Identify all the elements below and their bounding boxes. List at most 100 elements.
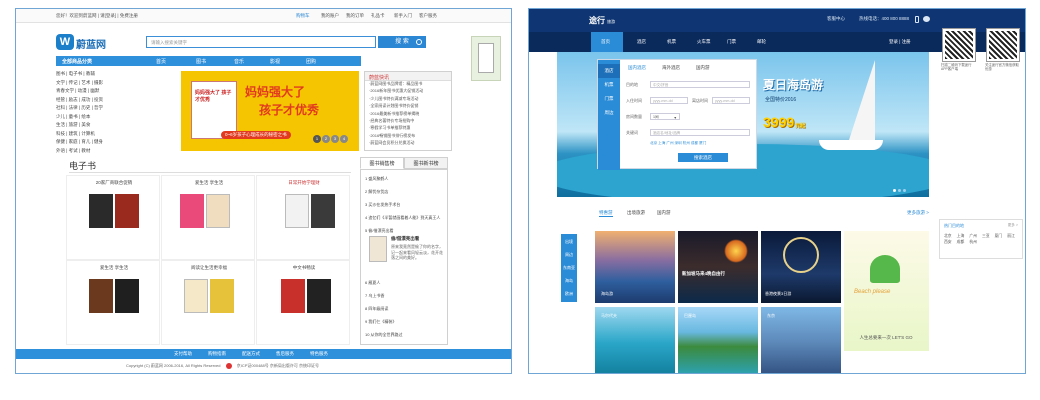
- nav-train[interactable]: 火车票: [697, 39, 711, 45]
- booking-tab-nearby[interactable]: 周边: [598, 106, 620, 120]
- orders-link[interactable]: 我的订单: [346, 13, 364, 19]
- banner-page-dot[interactable]: 3: [331, 135, 339, 143]
- search-hotel-button[interactable]: 搜索酒店: [678, 153, 728, 162]
- nav-cruise[interactable]: 邮轮: [757, 39, 766, 45]
- carousel-dot[interactable]: [903, 189, 906, 192]
- widget-more-link[interactable]: 更多 >: [1008, 223, 1018, 228]
- tour-photo-card[interactable]: Beach please: [844, 231, 929, 351]
- city-link[interactable]: 北京: [944, 234, 952, 238]
- city-link[interactable]: 成都: [957, 240, 965, 244]
- ebook-cell[interactable]: 中文书畅读: [256, 260, 350, 345]
- nav-music[interactable]: 音乐: [234, 58, 244, 65]
- popular-cities[interactable]: 北京 上海 广州 深圳 杭州 成都 厦门: [650, 141, 706, 146]
- news-item[interactable]: ·蔚蓝网会员积分兑换活动: [365, 140, 451, 147]
- nav-groupbuy[interactable]: 团购: [306, 58, 316, 65]
- nav-hotel[interactable]: 酒店: [637, 39, 646, 45]
- checkin-input[interactable]: yyyy-mm-dd: [650, 97, 688, 104]
- banner-page-dot[interactable]: 4: [340, 135, 348, 143]
- ebook-cell[interactable]: 爱生活 享生活: [161, 175, 255, 260]
- wechat-icon[interactable]: [923, 16, 930, 22]
- tour-photo-card[interactable]: 香港夜景3日游: [761, 231, 841, 303]
- tour-photo-card[interactable]: 新加坡马来4晚自由行: [678, 231, 758, 303]
- city-link[interactable]: 丽江: [1007, 234, 1015, 238]
- city-link[interactable]: 广州: [969, 234, 977, 238]
- site-logo[interactable]: W 蔚蓝网: [56, 33, 116, 53]
- welcome-text[interactable]: 您好！欢迎到蔚蓝网 | 请[登录] | 免费注册: [56, 13, 138, 19]
- footer-link[interactable]: 购物指南: [208, 351, 226, 357]
- more-tours-link[interactable]: 更多旅游 >: [907, 210, 929, 216]
- category-item[interactable]: 外语 | 考试 | 教材: [56, 148, 174, 157]
- checkout-input[interactable]: yyyy-mm-dd: [712, 97, 750, 104]
- category-item[interactable]: 少儿 | 童书 | 绘本: [56, 114, 174, 123]
- news-item[interactable]: ·寒假学习书单推荐特惠: [365, 125, 451, 132]
- site-logo[interactable]: 途行 旅游: [589, 15, 615, 26]
- newbie-link[interactable]: 新手入门: [394, 13, 412, 19]
- nav-home[interactable]: 首页: [601, 39, 610, 45]
- service-link[interactable]: 客户服务: [419, 13, 437, 19]
- ranking-item[interactable]: 2 解忧杂货店: [365, 189, 388, 195]
- nav-ticket[interactable]: 门票: [727, 39, 736, 45]
- tab-sales-ranking[interactable]: 图书销售榜: [360, 157, 404, 169]
- footer-link[interactable]: 特色服务: [310, 351, 328, 357]
- tab-overseas-hotel[interactable]: 海外酒店: [662, 65, 680, 71]
- side-book-ad[interactable]: [471, 36, 501, 81]
- tab-domestic-tour[interactable]: 国内游: [657, 210, 671, 216]
- category-item[interactable]: 生活 | 旅游 | 美食: [56, 122, 174, 131]
- city-link[interactable]: 上海: [957, 234, 965, 238]
- category-item[interactable]: 文学 | 传记 | 艺术 | 摄影: [56, 80, 174, 89]
- category-item[interactable]: 科技 | 建筑 | 计算机: [56, 131, 174, 140]
- carousel-dot[interactable]: [898, 189, 901, 192]
- ranking-item[interactable]: 1 盛风聚鹤人: [365, 176, 388, 182]
- booking-tab-flight[interactable]: 机票: [598, 78, 620, 92]
- city-link[interactable]: 三亚: [982, 234, 990, 238]
- tour-photo-card[interactable]: 马尔代夫: [595, 307, 675, 373]
- category-item[interactable]: 社科 | 法律 | 历史 | 哲学: [56, 105, 174, 114]
- nav-video[interactable]: 影视: [270, 58, 280, 65]
- tab-special-tour[interactable]: 特惠游: [599, 210, 613, 217]
- tour-photo-card[interactable]: 巴厘岛: [678, 307, 758, 373]
- ebook-cell[interactable]: 阅读让生活更幸福: [161, 260, 255, 345]
- destination-input[interactable]: 中文/拼音: [650, 81, 750, 88]
- nav-books[interactable]: 图书: [196, 58, 206, 65]
- search-button[interactable]: 搜 索: [378, 36, 426, 48]
- ebook-cell[interactable]: 爱生活 享生活: [66, 260, 160, 345]
- ranking-item[interactable]: 3 买沙在发热手术台: [365, 202, 400, 208]
- ranking-item[interactable]: 4 追忆们《半暂就画看着人能》到天真王人: [365, 215, 445, 221]
- banner-page-dot[interactable]: 1: [313, 135, 321, 143]
- nav-all-categories[interactable]: 全部商品分类: [62, 58, 92, 65]
- news-item[interactable]: ·2016最美新书推荐榜单揭晓: [365, 111, 451, 118]
- footer-link[interactable]: 配送方式: [242, 351, 260, 357]
- category-item[interactable]: 图书 | 电子书 | 教辅: [56, 71, 174, 80]
- category-item[interactable]: 保健 | 家庭 | 育儿 | 健身: [56, 139, 174, 148]
- login-link[interactable]: 登录 | 注册: [889, 39, 911, 45]
- city-link[interactable]: 杭州: [969, 240, 977, 244]
- ranking-item[interactable]: 6 雁夏人: [365, 280, 380, 286]
- search-input[interactable]: 请输入搜索关键字: [146, 36, 376, 48]
- tab-domestic-hotel[interactable]: 国内酒店: [628, 65, 646, 71]
- footer-link[interactable]: 支付帮助: [174, 351, 192, 357]
- news-item[interactable]: ·经典名著特价专场抢购中: [365, 118, 451, 125]
- rooms-select[interactable]: 1间 ▼: [650, 113, 680, 120]
- category-item[interactable]: 青春文学 | 动漫 | 幽默: [56, 88, 174, 97]
- account-link[interactable]: 我的账户: [321, 13, 339, 19]
- keyword-input[interactable]: 酒店名/地址/品牌: [650, 129, 750, 136]
- city-link[interactable]: 厦门: [995, 234, 1003, 238]
- ranking-item[interactable]: 10 从你的全世界路过: [365, 332, 403, 338]
- ranking-item[interactable]: 9 我们仨《精装》: [365, 319, 396, 325]
- ranking-item[interactable]: 5 偷/借漂亮出看: [365, 228, 393, 234]
- banner-page-dot[interactable]: 2: [322, 135, 330, 143]
- booking-tab-hotel[interactable]: 酒店: [598, 64, 620, 78]
- ranking-item[interactable]: 8 四年级阅读: [365, 306, 388, 312]
- tab-new-ranking[interactable]: 图书新书榜: [404, 157, 448, 169]
- nav-flight[interactable]: 机票: [667, 39, 676, 45]
- news-item[interactable]: ·2016新年图书优惠大促销活动: [365, 88, 451, 95]
- service-center-link[interactable]: 客服中心: [827, 16, 845, 22]
- news-item[interactable]: ·少儿图书特价满减专场活动: [365, 96, 451, 103]
- news-item[interactable]: ·2016畅销图书排行榜发布: [365, 133, 451, 140]
- carousel-dot[interactable]: [893, 189, 896, 192]
- tab-outbound-tour[interactable]: 出境旅游: [627, 210, 645, 216]
- ranking-item[interactable]: 7 乌上书香: [365, 293, 384, 299]
- tab-domestic-tour[interactable]: 国内游: [696, 65, 710, 71]
- city-link[interactable]: 西安: [944, 240, 952, 244]
- promo-banner[interactable]: 妈妈强大了 孩子才优秀 妈妈强大了 孩子才优秀 0~6岁孩子心理成长的秘密之书 …: [181, 71, 359, 151]
